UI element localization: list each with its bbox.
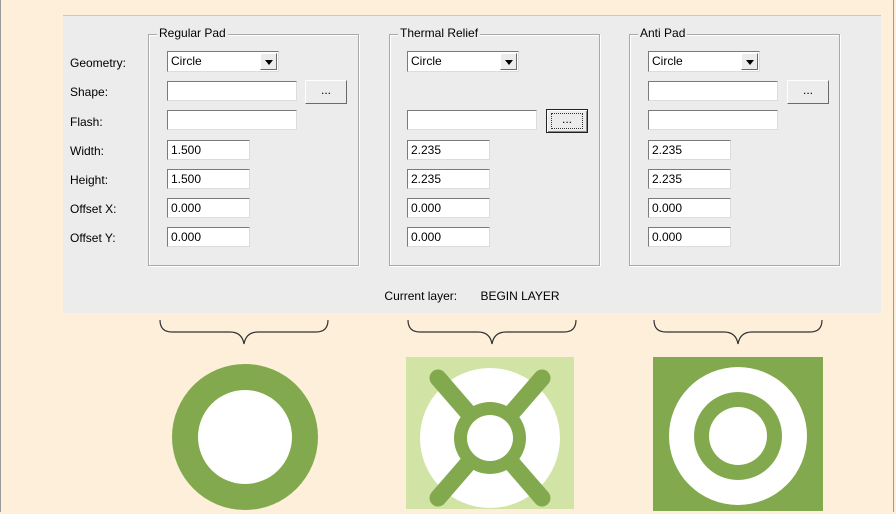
anti-shape-browse-button[interactable]: ... (787, 80, 829, 104)
regular-pad-hole (198, 390, 292, 484)
thermal-relief-title: Thermal Relief (398, 26, 481, 40)
current-layer-row: Current layer: BEGIN LAYER (63, 289, 881, 303)
regular-pad-illustration (172, 364, 318, 510)
flash-label: Flash: (70, 115, 103, 129)
geometry-label: Geometry: (70, 56, 127, 70)
height-label: Height: (70, 173, 109, 187)
regular-geometry-select[interactable]: Circle (167, 51, 279, 72)
anti-pad-hole (709, 407, 767, 465)
offset-x-label: Offset X: (70, 202, 117, 216)
anti-pad-illustration (653, 357, 823, 511)
thermal-relief-illustration (406, 357, 574, 509)
regular-geometry-value: Circle (171, 54, 202, 68)
regular-offset-x-input[interactable]: 0.000 (167, 198, 250, 218)
anti-flash-input[interactable] (648, 110, 778, 130)
regular-width-input[interactable]: 1.500 (167, 140, 250, 160)
shape-label: Shape: (70, 85, 109, 99)
current-layer-label: Current layer: (384, 289, 458, 303)
chevron-down-icon[interactable] (741, 53, 758, 70)
regular-pad-title: Regular Pad (157, 26, 228, 40)
thermal-offset-y-input[interactable]: 0.000 (407, 227, 490, 247)
chevron-down-icon[interactable] (500, 53, 517, 70)
current-layer-value: BEGIN LAYER (480, 289, 560, 303)
thermal-flash-browse-button[interactable]: ... (546, 109, 588, 133)
anti-shape-input[interactable] (648, 81, 778, 101)
thermal-height-input[interactable]: 2.235 (407, 169, 490, 189)
anti-geometry-select[interactable]: Circle (648, 51, 760, 72)
regular-flash-input[interactable] (167, 110, 297, 130)
regular-offset-y-input[interactable]: 0.000 (167, 227, 250, 247)
thermal-geometry-select[interactable]: Circle (407, 51, 519, 72)
anti-width-input[interactable]: 2.235 (648, 140, 731, 160)
regular-shape-browse-button[interactable]: ... (305, 80, 347, 104)
thermal-offset-x-input[interactable]: 0.000 (407, 198, 490, 218)
offset-y-label: Offset Y: (70, 231, 116, 245)
anti-height-input[interactable]: 2.235 (648, 169, 731, 189)
anti-offset-x-input[interactable]: 0.000 (648, 198, 731, 218)
thermal-flash-input[interactable] (407, 110, 537, 130)
anti-geometry-value: Circle (652, 54, 683, 68)
anti-offset-y-input[interactable]: 0.000 (648, 227, 731, 247)
thermal-geometry-value: Circle (411, 54, 442, 68)
thermal-width-input[interactable]: 2.235 (407, 140, 490, 160)
regular-shape-input[interactable] (167, 81, 297, 101)
padstack-dialog: Geometry: Shape: Flash: Width: Height: O… (63, 15, 881, 313)
regular-height-input[interactable]: 1.500 (167, 169, 250, 189)
anti-pad-title: Anti Pad (638, 26, 688, 40)
width-label: Width: (70, 144, 105, 158)
thermal-relief-hole (467, 415, 513, 461)
chevron-down-icon[interactable] (260, 53, 277, 70)
